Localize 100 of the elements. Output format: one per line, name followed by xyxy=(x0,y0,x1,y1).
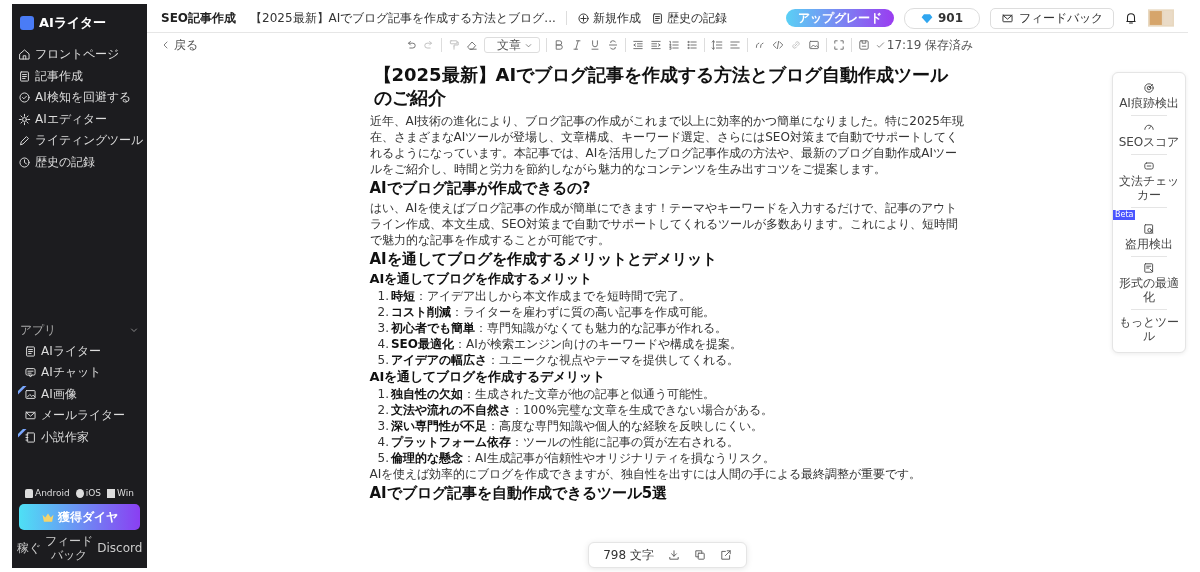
list-number: 4. xyxy=(377,336,389,352)
back-button[interactable]: 戻る xyxy=(161,36,198,54)
list-number: 3. xyxy=(377,320,389,336)
list-item: 倫理的な懸念：AI生成記事が信頼性やオリジナリティを損なうリスク。 xyxy=(390,450,775,466)
chevron-icon xyxy=(129,325,139,335)
notebook-icon xyxy=(24,430,37,444)
tool-button[interactable]: SEOスコア xyxy=(1113,118,1185,152)
tool-button[interactable]: 形式の最適化 xyxy=(1113,259,1185,307)
document-icon xyxy=(650,11,664,25)
feedback-button[interactable]: フィードバック xyxy=(990,7,1114,29)
document-icon xyxy=(1143,262,1155,274)
section-heading: AIでブログ記事が作成できるの? xyxy=(369,179,592,198)
footer-link[interactable]: フィードバック xyxy=(43,534,94,562)
clock-icon xyxy=(18,155,31,169)
save-status: 17:19 保存済み xyxy=(886,36,974,54)
check-icon xyxy=(875,40,885,50)
bell-icon[interactable] xyxy=(1124,11,1138,25)
code-icon[interactable] xyxy=(771,39,784,51)
list-item: アイデアの幅広さ：ユニークな視点やテーマを提供してくれる。 xyxy=(390,352,739,368)
document-icon xyxy=(24,344,37,358)
beta-badge: Beta xyxy=(1113,210,1136,220)
italic-icon[interactable] xyxy=(570,39,583,51)
section-heading: AIを通してブログを作成するメリットとデメリット xyxy=(369,250,718,269)
platform-link[interactable]: Android xyxy=(25,488,70,498)
list-item: 時短：アイデア出しから本文作成までを短時間で完了。 xyxy=(390,288,691,304)
fullscreen-icon[interactable] xyxy=(832,39,845,51)
tool-button[interactable]: 文法チェッカー xyxy=(1113,157,1185,205)
line-height-icon[interactable] xyxy=(710,39,723,51)
tool-button[interactable]: もっとツール xyxy=(1113,312,1185,346)
share-icon[interactable] xyxy=(719,549,732,561)
copy-icon[interactable] xyxy=(693,549,706,561)
app-logo-text: AIライター xyxy=(39,14,106,32)
list-number: 3. xyxy=(377,418,389,434)
document-search-icon xyxy=(1143,223,1155,235)
list-item: SEO最適化：AIが検索エンジン向けのキーワードや構成を提案。 xyxy=(390,336,742,352)
diamond-balance[interactable]: 901 xyxy=(903,7,980,29)
numbered-list-icon[interactable] xyxy=(667,39,680,51)
platform-link[interactable]: iOS xyxy=(75,488,102,498)
nav-item[interactable]: 歴史の記録 xyxy=(12,151,147,173)
check-circle-icon xyxy=(18,91,31,105)
footer-link[interactable]: Discord xyxy=(97,541,143,555)
outdent-icon[interactable] xyxy=(631,39,644,51)
word-count: 798 文字 xyxy=(603,546,654,564)
tool-button[interactable]: AI痕跡検出 xyxy=(1113,79,1185,113)
home-icon xyxy=(18,48,31,62)
section-label: アプリ xyxy=(20,321,56,339)
image-icon[interactable] xyxy=(807,39,820,51)
image-icon xyxy=(24,387,37,401)
app-item[interactable]: 小説作家 xyxy=(12,426,147,448)
platform-link[interactable]: Win xyxy=(107,488,134,498)
app-item[interactable]: メールライター xyxy=(12,405,147,427)
list-number: 1. xyxy=(377,386,389,402)
target-icon xyxy=(1143,82,1155,94)
app-item[interactable]: AIチャット xyxy=(12,362,147,384)
app-item[interactable]: AIライター xyxy=(12,340,147,362)
article-title: 【2025最新】AIでブログ記事を作成する方法とブログ自動作成ツールのご紹介 xyxy=(373,63,950,109)
paragraph: AIを使えば効率的にブログを作成できますが、独自性を出すには人間の手による最終調整が重要です。 xyxy=(369,466,923,482)
underline-icon[interactable] xyxy=(588,39,601,51)
nav-item[interactable]: ライティングツール xyxy=(12,130,147,152)
indent-icon[interactable] xyxy=(649,39,662,51)
diamond-icon xyxy=(920,12,933,24)
list-item: コスト削減：ライターを雇わずに質の高い記事を作成可能。 xyxy=(390,304,715,320)
list-number: 5. xyxy=(377,352,389,368)
document-title: 【2025最新】AIでブログ記事を作成する方法とブログ... xyxy=(250,9,556,27)
toolbar-button[interactable]: 歴史の記録 xyxy=(650,9,727,27)
pen-icon xyxy=(18,134,31,148)
download-icon[interactable] xyxy=(667,549,680,561)
paragraph: 近年、AI技術の進化により、ブログ記事の作成がこれまで以上に効率的かつ簡単になりました。特に2025年現在、さまざまなAIツールが登場し、文章構成、キーワード選定、さらにはSEO対策まで自動でサポートしてくれるようになっています。本記事では、AIを活用したブログ記事作成の方法や、最新のブログ自動作成AIツールをご紹介し、時間と労力を節約しながら魅力的なコンテンツを生み出すコツをご提案します。 xyxy=(369,113,965,177)
eraser-icon[interactable] xyxy=(465,39,478,51)
nav-item[interactable]: AIエディター xyxy=(12,108,147,130)
add-icon xyxy=(576,11,590,25)
section-title: SEO記事作成 xyxy=(161,9,237,27)
nav-item[interactable]: 記事作成 xyxy=(12,65,147,87)
list-number: 5. xyxy=(377,450,389,466)
list-item: プラットフォーム依存：ツールの性能に記事の質が左右される。 xyxy=(390,434,739,450)
footer-link[interactable]: 稼ぐ xyxy=(16,541,41,555)
list-item: 独自性の欠如：生成された文章が他の記事と似通う可能性。 xyxy=(390,386,715,402)
nav-item[interactable]: AI検知を回避する xyxy=(12,87,147,109)
paragraph: はい、AIを使えばブログ記事の作成が簡単にできます！テーマやキーワードを入力するだけで、記事のアウトライン作成、本文生成、SEO対策まで自動でサポートしてくれるツールが多数あります。これにより、短時間で魅力的な記事を作成することが可能です。 xyxy=(369,200,960,248)
list-number: 1. xyxy=(377,288,389,304)
bullet-list-icon[interactable] xyxy=(685,39,698,51)
style-dropdown[interactable]: 文章 xyxy=(483,37,540,53)
nav-item[interactable]: フロントページ xyxy=(12,44,147,66)
list-item: 初心者でも簡単：専門知識がなくても魅力的な記事が作れる。 xyxy=(390,320,727,336)
align-icon[interactable] xyxy=(728,39,741,51)
save-icon[interactable] xyxy=(857,39,870,51)
tool-button[interactable]: 盗用検出 xyxy=(1113,220,1185,254)
subsection-heading: AIを通してブログを作成するデメリット xyxy=(369,369,607,385)
subsection-heading: AIを通してブログを作成するメリット xyxy=(369,271,594,287)
document-icon xyxy=(18,69,31,83)
list-item: 深い専門性が不足：高度な専門知識や個人的な経験を反映しにくい。 xyxy=(390,418,763,434)
list-number: 2. xyxy=(377,402,389,418)
logo-icon xyxy=(20,16,34,30)
app-item[interactable]: AI画像 xyxy=(12,383,147,405)
list-number: 4. xyxy=(377,434,389,450)
gear-icon xyxy=(18,112,31,126)
toolbar-button[interactable]: 新規作成 xyxy=(576,9,641,27)
list-item: 文法や流れの不自然さ：100%完璧な文章を生成できない場合がある。 xyxy=(390,402,774,418)
list-number: 2. xyxy=(377,304,389,320)
crown-icon xyxy=(41,511,55,523)
